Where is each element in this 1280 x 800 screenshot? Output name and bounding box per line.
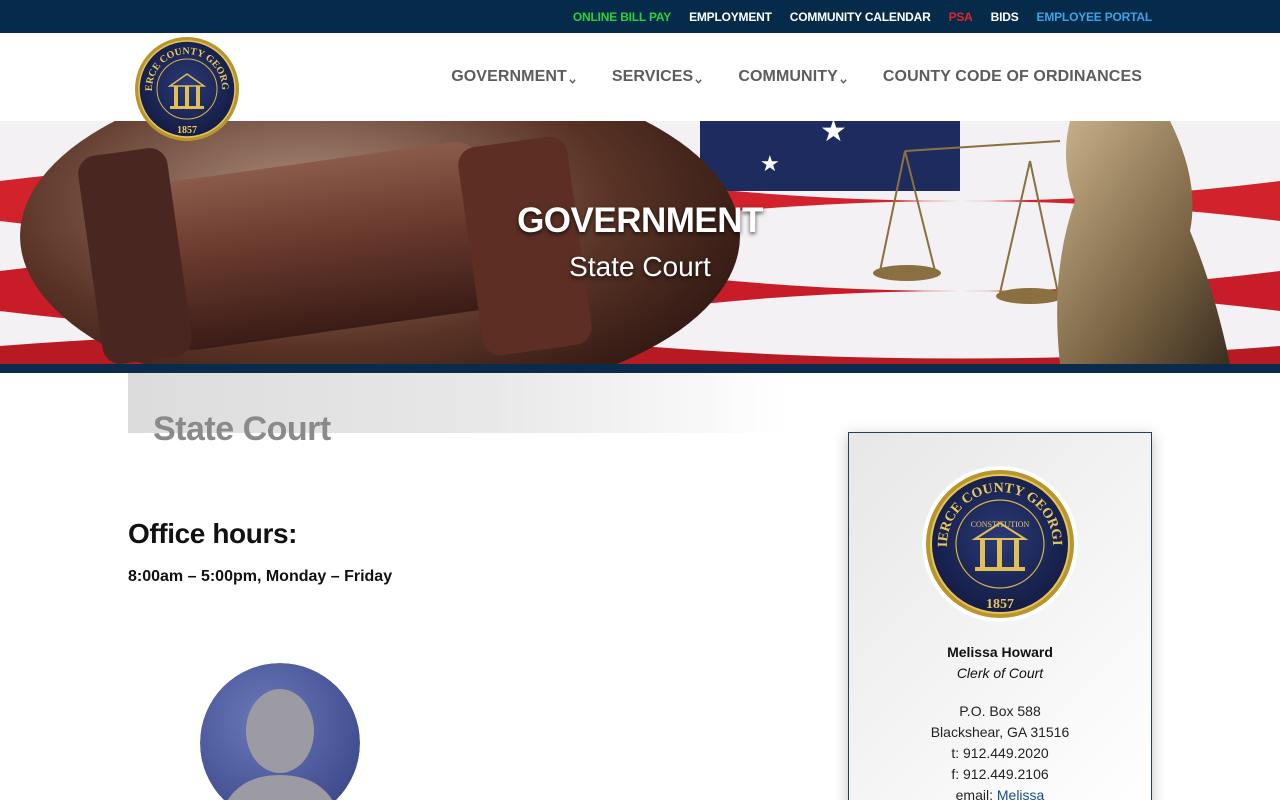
- county-seal-icon: PIERCE COUNTY GEORGIA 1857: [130, 28, 239, 141]
- page-title: State Court: [153, 410, 331, 448]
- contact-email: email: Melissa: [849, 785, 1151, 800]
- online-bill-pay-link[interactable]: ONLINE BILL PAY: [573, 10, 671, 24]
- employment-link[interactable]: EMPLOYMENT: [689, 10, 772, 24]
- nav-item-services[interactable]: SERVICES: [612, 68, 702, 86]
- svg-text:CONSTITUTION: CONSTITUTION: [971, 520, 1030, 529]
- nav-ordinances-link[interactable]: COUNTY CODE OF ORDINANCES: [883, 68, 1142, 86]
- nav-item-ordinances[interactable]: COUNTY CODE OF ORDINANCES: [883, 68, 1142, 86]
- chevron-down-icon: [569, 78, 576, 84]
- community-calendar-link[interactable]: COMMUNITY CALENDAR: [790, 10, 931, 24]
- contact-email-link[interactable]: Melissa: [997, 787, 1044, 800]
- contact-card: PIERCE COUNTY GEORGIA CONSTITUTION 1857 …: [848, 432, 1152, 800]
- nav-services-link[interactable]: SERVICES: [612, 68, 693, 86]
- nav-item-government[interactable]: GOVERNMENT: [451, 68, 576, 86]
- bids-link[interactable]: BIDS: [991, 10, 1019, 24]
- contact-address-line1: P.O. Box 588: [959, 703, 1041, 719]
- contact-phone: t: 912.449.2020: [951, 745, 1049, 761]
- svg-text:1857: 1857: [177, 125, 197, 136]
- utility-bar: ONLINE BILL PAY EMPLOYMENT COMMUNITY CAL…: [0, 0, 1280, 33]
- nav-government-link[interactable]: GOVERNMENT: [451, 68, 567, 86]
- hero-title: GOVERNMENT: [517, 201, 763, 240]
- avatar: [200, 663, 360, 800]
- office-hours-heading: Office hours:: [128, 518, 298, 549]
- hero-divider: [0, 364, 1280, 373]
- contact-fax: f: 912.449.2106: [951, 766, 1049, 782]
- county-seal-icon: PIERCE COUNTY GEORGIA CONSTITUTION 1857: [916, 454, 1078, 622]
- hero-banner: ★ ★ GOVERNMENT State Court: [0, 121, 1280, 364]
- nav-item-community[interactable]: COMMUNITY: [738, 68, 847, 86]
- main-navigation: GOVERNMENT SERVICES COMMUNITY COUNTY COD…: [451, 33, 1142, 121]
- county-seal-logo[interactable]: PIERCE COUNTY GEORGIA 1857: [130, 28, 240, 142]
- employee-portal-link[interactable]: EMPLOYEE PORTAL: [1037, 10, 1153, 24]
- person-placeholder-icon: [200, 663, 360, 800]
- contact-details: P.O. Box 588 Blackshear, GA 31516 t: 912…: [849, 701, 1151, 800]
- contact-name: Melissa Howard: [947, 644, 1053, 660]
- svg-text:1857: 1857: [986, 597, 1014, 612]
- contact-email-label: email:: [955, 787, 997, 800]
- contact-address-line2: Blackshear, GA 31516: [930, 724, 1070, 740]
- site-header: PIERCE COUNTY GEORGIA 1857 GOVERNMENT SE…: [0, 28, 1280, 141]
- card-county-seal: PIERCE COUNTY GEORGIA CONSTITUTION 1857: [916, 454, 1079, 623]
- chevron-down-icon: [840, 78, 847, 84]
- chevron-down-icon: [695, 78, 702, 84]
- psa-link[interactable]: PSA: [949, 10, 973, 24]
- nav-community-link[interactable]: COMMUNITY: [738, 68, 838, 86]
- utility-links: ONLINE BILL PAY EMPLOYMENT COMMUNITY CAL…: [573, 0, 1152, 33]
- hero-text: GOVERNMENT State Court: [0, 121, 1280, 364]
- hero-subtitle: State Court: [569, 251, 711, 282]
- office-hours-text: 8:00am – 5:00pm, Monday – Friday: [128, 568, 393, 585]
- contact-role: Clerk of Court: [956, 665, 1044, 681]
